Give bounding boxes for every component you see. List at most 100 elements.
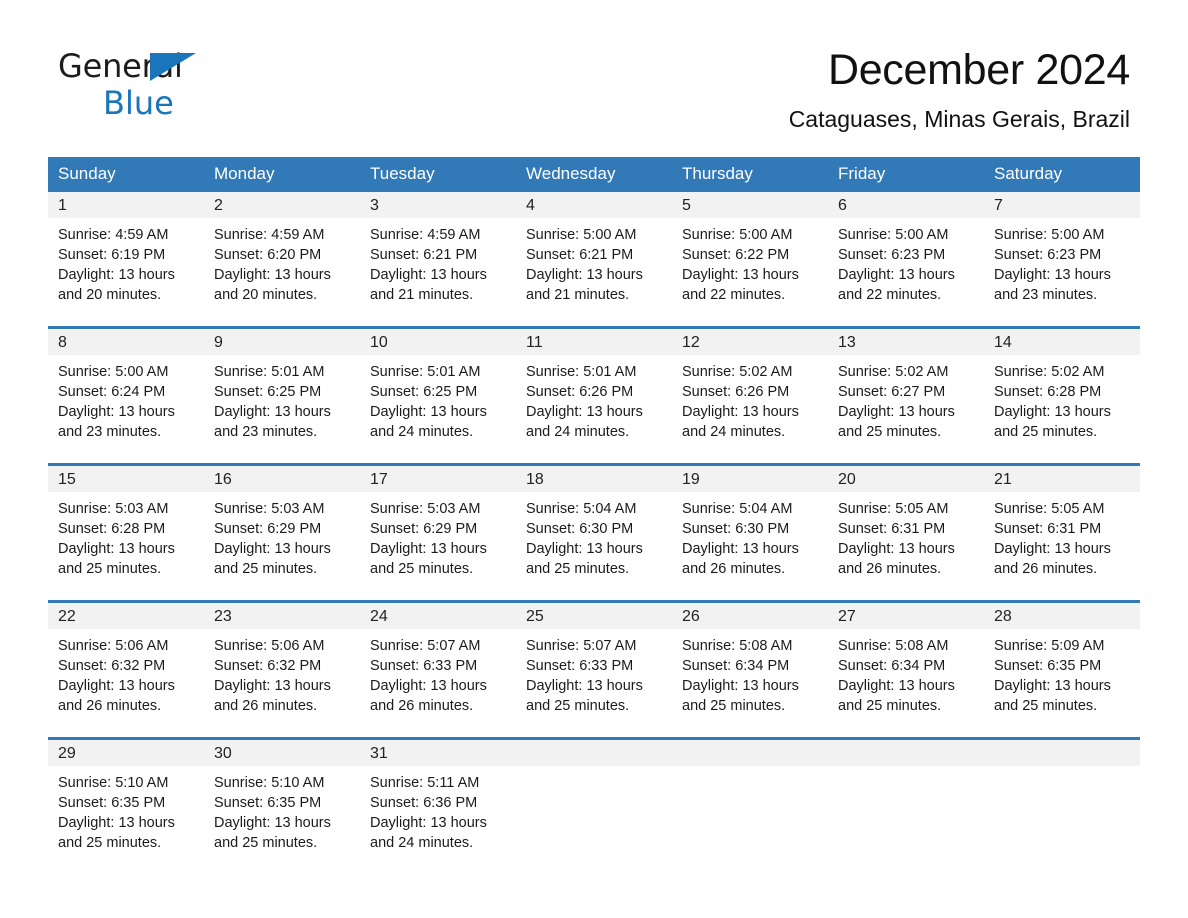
- day-details: Sunrise: 5:04 AM Sunset: 6:30 PM Daylight:…: [672, 492, 828, 579]
- day-cell[interactable]: 15 Sunrise: 5:03 AM Sunset: 6:28 PM Dayligh…: [48, 463, 204, 602]
- daylight-text-line1: Daylight: 13 hours: [370, 404, 487, 420]
- day-cell[interactable]: 9 Sunrise: 5:01 AM Sunset: 6:25 PM Daylight…: [204, 326, 360, 465]
- daylight-text-line2: and 22 minutes.: [682, 287, 786, 303]
- day-cell[interactable]: 7 Sunrise: 5:00 AM Sunset: 6:23 PM Daylight…: [984, 192, 1140, 328]
- logo-triangle-icon: [150, 53, 196, 81]
- day-cell[interactable]: 24 Sunrise: 5:07 AM Sunset: 6:33 PM Dayligh…: [360, 600, 516, 739]
- sunrise-text: Sunrise: 5:06 AM: [214, 638, 325, 654]
- sunrise-text: Sunrise: 5:03 AM: [58, 501, 169, 517]
- calendar-body: 1 Sunrise: 4:59 AM Sunset: 6:19 PM Daylight…: [48, 192, 1140, 874]
- daylight-text-line2: and 25 minutes.: [994, 424, 1098, 440]
- sunrise-text: Sunrise: 5:08 AM: [838, 638, 949, 654]
- day-number: 4: [516, 192, 672, 218]
- weekday-header-tuesday: Tuesday: [360, 157, 516, 192]
- day-details: Sunrise: 4:59 AM Sunset: 6:21 PM Daylight:…: [360, 218, 516, 305]
- sunrise-text: Sunrise: 4:59 AM: [214, 227, 325, 243]
- day-cell[interactable]: 19 Sunrise: 5:04 AM Sunset: 6:30 PM Dayligh…: [672, 463, 828, 602]
- day-cell[interactable]: 6 Sunrise: 5:00 AM Sunset: 6:23 PM Daylight…: [828, 192, 984, 328]
- day-number: 12: [672, 329, 828, 355]
- day-number: 3: [360, 192, 516, 218]
- daylight-text-line1: Daylight: 13 hours: [994, 267, 1111, 283]
- day-cell[interactable]: 5 Sunrise: 5:00 AM Sunset: 6:22 PM Daylight…: [672, 192, 828, 328]
- daylight-text-line1: Daylight: 13 hours: [370, 541, 487, 557]
- day-number: [672, 740, 828, 766]
- day-cell[interactable]: 11 Sunrise: 5:01 AM Sunset: 6:26 PM Dayligh…: [516, 326, 672, 465]
- generalblue-logo[interactable]: General Blue: [58, 50, 288, 119]
- daylight-text-line1: Daylight: 13 hours: [58, 404, 175, 420]
- day-details: Sunrise: 5:00 AM Sunset: 6:22 PM Daylight:…: [672, 218, 828, 305]
- day-number: 17: [360, 466, 516, 492]
- day-cell-empty: [984, 737, 1140, 874]
- day-cell[interactable]: 1 Sunrise: 4:59 AM Sunset: 6:19 PM Daylight…: [48, 192, 204, 328]
- day-cell[interactable]: 26 Sunrise: 5:08 AM Sunset: 6:34 PM Dayligh…: [672, 600, 828, 739]
- sunrise-text: Sunrise: 5:11 AM: [370, 775, 480, 791]
- day-details: [828, 766, 984, 773]
- day-cell[interactable]: 30 Sunrise: 5:10 AM Sunset: 6:35 PM Dayligh…: [204, 737, 360, 874]
- day-cell[interactable]: 4 Sunrise: 5:00 AM Sunset: 6:21 PM Daylight…: [516, 192, 672, 328]
- sunrise-text: Sunrise: 5:00 AM: [682, 227, 793, 243]
- day-number: 16: [204, 466, 360, 492]
- sunset-text: Sunset: 6:35 PM: [994, 658, 1102, 674]
- day-number: 9: [204, 329, 360, 355]
- sunset-text: Sunset: 6:28 PM: [994, 384, 1102, 400]
- day-number: 5: [672, 192, 828, 218]
- sunset-text: Sunset: 6:28 PM: [58, 521, 166, 537]
- day-details: Sunrise: 5:07 AM Sunset: 6:33 PM Daylight:…: [360, 629, 516, 716]
- daylight-text-line2: and 24 minutes.: [370, 835, 474, 851]
- day-cell[interactable]: 20 Sunrise: 5:05 AM Sunset: 6:31 PM Dayligh…: [828, 463, 984, 602]
- daylight-text-line1: Daylight: 13 hours: [994, 541, 1111, 557]
- day-cell[interactable]: 21 Sunrise: 5:05 AM Sunset: 6:31 PM Dayligh…: [984, 463, 1140, 602]
- day-cell[interactable]: 28 Sunrise: 5:09 AM Sunset: 6:35 PM Dayligh…: [984, 600, 1140, 739]
- sunrise-text: Sunrise: 5:00 AM: [994, 227, 1105, 243]
- day-number: 20: [828, 466, 984, 492]
- day-cell[interactable]: 18 Sunrise: 5:04 AM Sunset: 6:30 PM Dayligh…: [516, 463, 672, 602]
- day-cell[interactable]: 13 Sunrise: 5:02 AM Sunset: 6:27 PM Dayligh…: [828, 326, 984, 465]
- day-cell[interactable]: 31 Sunrise: 5:11 AM Sunset: 6:36 PM Dayligh…: [360, 737, 516, 874]
- day-cell[interactable]: 14 Sunrise: 5:02 AM Sunset: 6:28 PM Dayligh…: [984, 326, 1140, 465]
- daylight-text-line1: Daylight: 13 hours: [214, 267, 331, 283]
- daylight-text-line1: Daylight: 13 hours: [370, 678, 487, 694]
- day-cell[interactable]: 22 Sunrise: 5:06 AM Sunset: 6:32 PM Dayligh…: [48, 600, 204, 739]
- day-cell[interactable]: 29 Sunrise: 5:10 AM Sunset: 6:35 PM Dayligh…: [48, 737, 204, 874]
- day-cell[interactable]: 27 Sunrise: 5:08 AM Sunset: 6:34 PM Dayligh…: [828, 600, 984, 739]
- day-cell[interactable]: 3 Sunrise: 4:59 AM Sunset: 6:21 PM Daylight…: [360, 192, 516, 328]
- day-cell[interactable]: 8 Sunrise: 5:00 AM Sunset: 6:24 PM Daylight…: [48, 326, 204, 465]
- daylight-text-line2: and 26 minutes.: [682, 561, 786, 577]
- day-cell[interactable]: 10 Sunrise: 5:01 AM Sunset: 6:25 PM Dayligh…: [360, 326, 516, 465]
- sunset-text: Sunset: 6:34 PM: [682, 658, 790, 674]
- sunset-text: Sunset: 6:22 PM: [682, 247, 790, 263]
- day-details: Sunrise: 5:01 AM Sunset: 6:26 PM Daylight:…: [516, 355, 672, 442]
- daylight-text-line2: and 23 minutes.: [58, 424, 162, 440]
- sunrise-text: Sunrise: 5:04 AM: [682, 501, 793, 517]
- day-number: 19: [672, 466, 828, 492]
- day-cell[interactable]: 2 Sunrise: 4:59 AM Sunset: 6:20 PM Daylight…: [204, 192, 360, 328]
- day-cell[interactable]: 17 Sunrise: 5:03 AM Sunset: 6:29 PM Dayligh…: [360, 463, 516, 602]
- day-cell[interactable]: 12 Sunrise: 5:02 AM Sunset: 6:26 PM Dayligh…: [672, 326, 828, 465]
- day-cell[interactable]: 25 Sunrise: 5:07 AM Sunset: 6:33 PM Dayligh…: [516, 600, 672, 739]
- day-details: Sunrise: 5:08 AM Sunset: 6:34 PM Daylight:…: [672, 629, 828, 716]
- day-cell[interactable]: 23 Sunrise: 5:06 AM Sunset: 6:32 PM Dayligh…: [204, 600, 360, 739]
- daylight-text-line2: and 25 minutes.: [994, 698, 1098, 714]
- sunrise-text: Sunrise: 5:01 AM: [526, 364, 637, 380]
- daylight-text-line1: Daylight: 13 hours: [58, 678, 175, 694]
- day-details: [984, 766, 1140, 773]
- day-details: Sunrise: 5:00 AM Sunset: 6:24 PM Daylight:…: [48, 355, 204, 442]
- sunset-text: Sunset: 6:20 PM: [214, 247, 322, 263]
- sunrise-text: Sunrise: 5:10 AM: [214, 775, 325, 791]
- calendar-table: Sunday Monday Tuesday Wednesday Thursday…: [48, 157, 1140, 874]
- daylight-text-line1: Daylight: 13 hours: [994, 404, 1111, 420]
- day-details: Sunrise: 5:02 AM Sunset: 6:26 PM Daylight:…: [672, 355, 828, 442]
- day-number: 1: [48, 192, 204, 218]
- sunrise-text: Sunrise: 5:03 AM: [370, 501, 481, 517]
- day-number: 29: [48, 740, 204, 766]
- day-number: [516, 740, 672, 766]
- day-details: Sunrise: 5:10 AM Sunset: 6:35 PM Daylight:…: [204, 766, 360, 853]
- day-cell[interactable]: 16 Sunrise: 5:03 AM Sunset: 6:29 PM Dayligh…: [204, 463, 360, 602]
- day-details: Sunrise: 5:08 AM Sunset: 6:34 PM Daylight:…: [828, 629, 984, 716]
- daylight-text-line2: and 25 minutes.: [526, 561, 630, 577]
- sunset-text: Sunset: 6:27 PM: [838, 384, 946, 400]
- weekday-header-sunday: Sunday: [48, 157, 204, 192]
- weekday-header-row: Sunday Monday Tuesday Wednesday Thursday…: [48, 157, 1140, 192]
- daylight-text-line1: Daylight: 13 hours: [214, 541, 331, 557]
- sunset-text: Sunset: 6:23 PM: [838, 247, 946, 263]
